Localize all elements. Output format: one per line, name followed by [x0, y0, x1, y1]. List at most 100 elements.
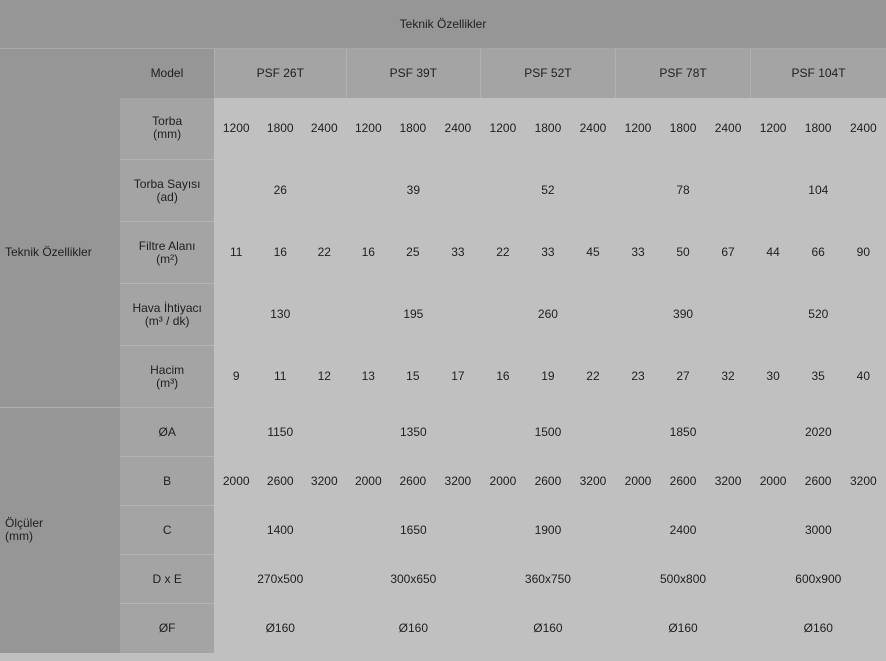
row-hava-ihtiyaci: Hava İhtiyacı (m³ / dk) 130 195 260 390 …	[0, 283, 886, 346]
value-cell: 3200	[435, 456, 481, 506]
value-cell: 1900	[480, 505, 616, 555]
value-cell: 2600	[258, 456, 303, 506]
value-cell: 44	[750, 221, 796, 284]
row-dxe: D x E 270x500 300x650 360x750 500x800 60…	[0, 554, 886, 604]
value-cell: 25	[390, 221, 436, 284]
value-cell: 2020	[750, 407, 886, 457]
value-cell: 33	[615, 221, 661, 284]
value-cell: 23	[615, 345, 661, 408]
value-cell: 33	[525, 221, 571, 284]
value-cell: 35	[795, 345, 841, 408]
row-label-unit: (mm)	[153, 127, 182, 142]
value-cell: 3200	[840, 456, 886, 506]
value-cell: 2400	[705, 97, 751, 160]
row-hacim: Hacim (m³) 9 11 12 13 15 17 16 19 22 23 …	[0, 345, 886, 408]
value-cell: 1400	[214, 505, 347, 555]
row-b: B 2000 2600 3200 2000 2600 3200 2000 260…	[0, 456, 886, 506]
table-title: Teknik Özellikler	[0, 0, 886, 49]
row-label-hacim: Hacim (m³)	[120, 345, 215, 408]
spec-table: Teknik Özellikler Model PSF 26T PSF 39T …	[0, 0, 886, 653]
row-label-text: Torba Sayısı	[133, 176, 201, 191]
row-label-unit: (m³ / dk)	[144, 313, 190, 328]
value-cell: 2400	[570, 97, 616, 160]
value-cell: 19	[525, 345, 571, 408]
value-cell: 52	[480, 159, 616, 222]
value-cell: 1800	[525, 97, 571, 160]
value-cell: 1850	[615, 407, 751, 457]
value-cell: 11	[258, 345, 303, 408]
value-cell: 22	[480, 221, 526, 284]
value-cell: 30	[750, 345, 796, 408]
value-cell: 2000	[480, 456, 526, 506]
value-cell: 390	[615, 283, 751, 346]
value-cell: 2000	[346, 456, 391, 506]
row-label-dxe: D x E	[120, 554, 215, 604]
row-label-unit: (ad)	[156, 189, 178, 204]
value-cell: 2000	[750, 456, 796, 506]
value-cell: 15	[390, 345, 436, 408]
value-cell: Ø160	[480, 603, 616, 653]
value-cell: 3200	[705, 456, 751, 506]
value-cell: 2600	[660, 456, 706, 506]
value-cell: 2000	[615, 456, 661, 506]
value-cell: 1650	[346, 505, 481, 555]
value-cell: 1350	[346, 407, 481, 457]
row-label-c: C	[120, 505, 215, 555]
value-cell: 16	[258, 221, 303, 284]
model-header-psf52t: PSF 52T	[480, 48, 616, 98]
value-cell: 12	[302, 345, 347, 408]
value-cell: 1800	[390, 97, 436, 160]
value-cell: 50	[660, 221, 706, 284]
row-label-text: Hacim	[150, 362, 185, 377]
value-cell: 33	[435, 221, 481, 284]
row-label-text: Filtre Alanı	[138, 238, 196, 253]
row-label-hava-ihtiyaci: Hava İhtiyacı (m³ / dk)	[120, 283, 215, 346]
value-cell: 40	[840, 345, 886, 408]
value-cell: 16	[480, 345, 526, 408]
value-cell: 2400	[302, 97, 347, 160]
row-torba: Teknik Özellikler Torba (mm) 1200 1800 2…	[0, 97, 886, 408]
group-label-unit: (mm)	[5, 529, 33, 544]
row-c: C 1400 1650 1900 2400 3000	[0, 505, 886, 555]
value-cell: 1150	[214, 407, 347, 457]
value-cell: 600x900	[750, 554, 886, 604]
header-empty-cell	[0, 48, 121, 98]
value-cell: 520	[750, 283, 886, 346]
value-cell: 2600	[795, 456, 841, 506]
row-label-f: ØF	[120, 603, 215, 653]
value-cell: Ø160	[615, 603, 751, 653]
row-label-b: B	[120, 456, 215, 506]
row-f: ØF Ø160 Ø160 Ø160 Ø160 Ø160	[0, 603, 886, 653]
value-cell: 22	[302, 221, 347, 284]
value-cell: 1800	[258, 97, 303, 160]
value-cell: 2400	[435, 97, 481, 160]
value-cell: 67	[705, 221, 751, 284]
value-cell: 360x750	[480, 554, 616, 604]
value-cell: 16	[346, 221, 391, 284]
value-cell: 11	[214, 221, 259, 284]
value-cell: 2600	[390, 456, 436, 506]
row-label-unit: (m²)	[156, 251, 179, 266]
row-label-text: Hava İhtiyacı	[132, 300, 202, 315]
value-cell: 1800	[795, 97, 841, 160]
value-cell: 1200	[346, 97, 391, 160]
value-cell: 500x800	[615, 554, 751, 604]
value-cell: 66	[795, 221, 841, 284]
value-cell: 22	[570, 345, 616, 408]
row-label-torba: Torba (mm)	[120, 97, 215, 160]
value-cell: 1200	[480, 97, 526, 160]
value-cell: Ø160	[214, 603, 347, 653]
value-cell: 1200	[750, 97, 796, 160]
value-cell: 9	[214, 345, 259, 408]
row-a: Ölçüler (mm) ØA 1150 1350 1500 1850 2020	[0, 407, 886, 653]
value-cell: 39	[346, 159, 481, 222]
value-cell: 1800	[660, 97, 706, 160]
value-cell: 2400	[840, 97, 886, 160]
value-cell: 2000	[214, 456, 259, 506]
value-cell: 78	[615, 159, 751, 222]
value-cell: 195	[346, 283, 481, 346]
value-cell: 3200	[570, 456, 616, 506]
value-cell: 104	[750, 159, 886, 222]
row-torba-sayisi: Torba Sayısı (ad) 26 39 52 78 104	[0, 159, 886, 222]
row-label-unit: (m³)	[156, 375, 179, 390]
